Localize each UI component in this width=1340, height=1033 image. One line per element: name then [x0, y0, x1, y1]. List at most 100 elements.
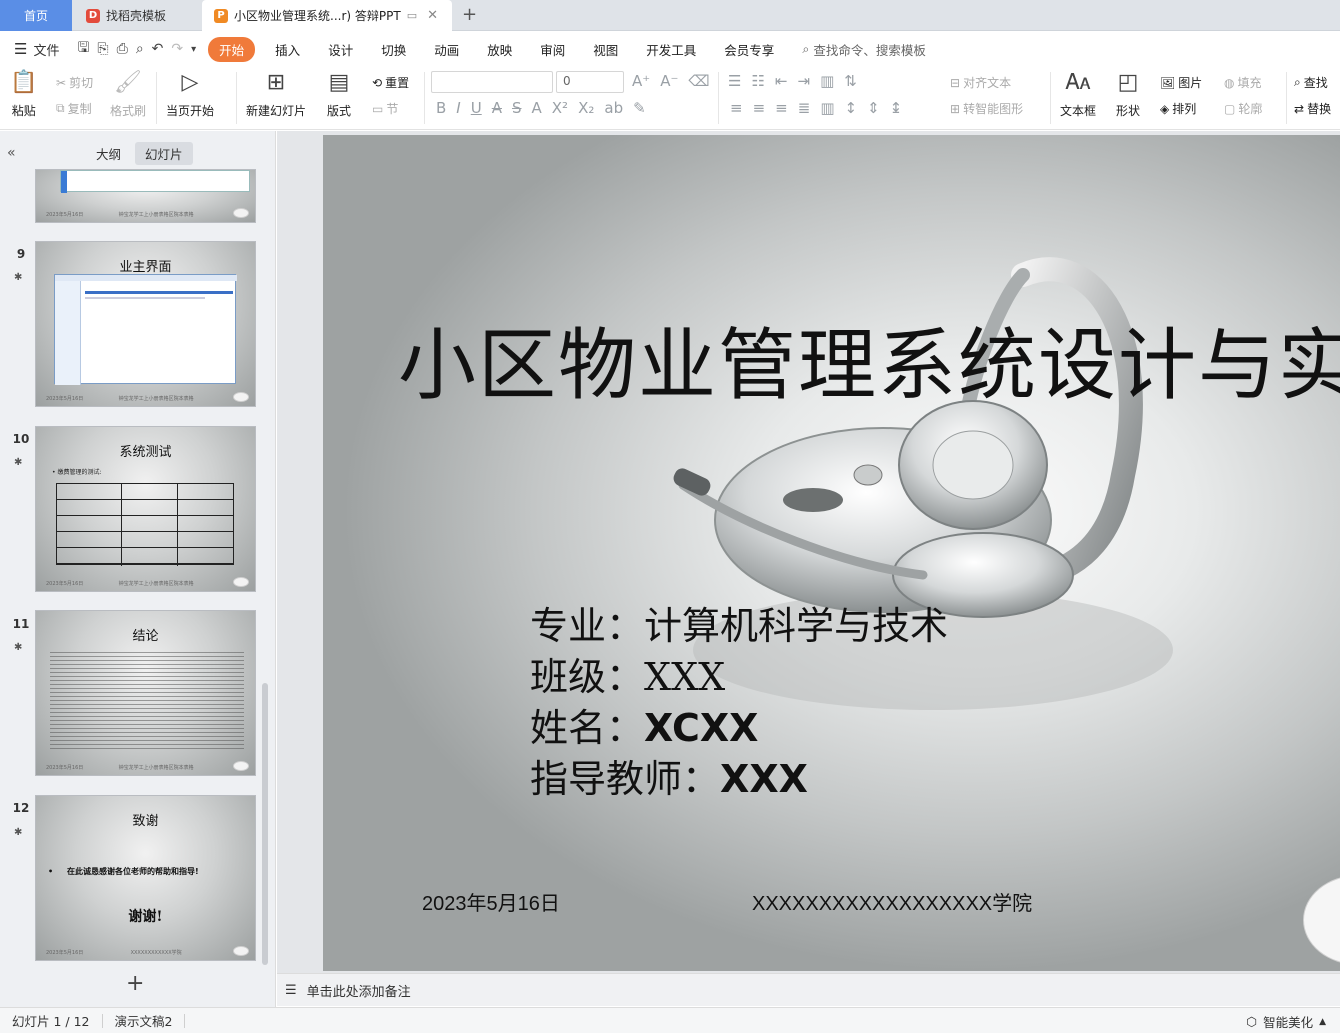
menu-tab-start[interactable]: 开始: [208, 36, 256, 62]
align-left-icon[interactable]: ≡: [730, 99, 743, 117]
textbox-button[interactable]: 🗛 文本框: [1060, 70, 1096, 119]
tab-template[interactable]: D 找稻壳模板: [74, 0, 200, 31]
student-info[interactable]: 专业：计算机科学与技术 班级：XXX 姓名：XCXX 指导教师：XXX: [530, 601, 948, 805]
status-bar: 幻灯片 1 / 12 演示文稿2 ⬡ 智能美化 ▲: [0, 1007, 1340, 1033]
paragraph-spacing-icon[interactable]: ⇕: [867, 99, 880, 117]
copy-button[interactable]: ⧉ 复制: [56, 100, 92, 117]
font-color-icon[interactable]: A: [532, 99, 542, 117]
indent-icon[interactable]: ⇥: [797, 72, 810, 90]
slide-title[interactable]: 小区物业管理系统设计与实: [398, 303, 1340, 415]
cut-button[interactable]: ✂ 剪切: [56, 74, 93, 91]
textbox-label: 文本框: [1060, 104, 1097, 118]
outline-button[interactable]: ▢ 轮廓: [1224, 100, 1262, 117]
slide-thumbnail-11[interactable]: 结论 2023年5月16日 钟宝龙学工上小册表格区院本表格: [35, 610, 256, 776]
smart-art-button[interactable]: ⊞ 转智能图形: [950, 100, 1023, 117]
numbered-list-icon[interactable]: ☷: [751, 72, 764, 90]
export-icon[interactable]: ⎘: [97, 41, 108, 57]
smart-beautify-button[interactable]: ⬡ 智能美化 ▲: [1246, 1012, 1326, 1031]
collapse-panel-icon[interactable]: «: [7, 145, 16, 161]
underline-icon[interactable]: U: [471, 99, 482, 117]
layout-button[interactable]: ▤ 版式: [327, 70, 351, 119]
text-direction-icon[interactable]: ▥: [820, 72, 834, 90]
current-slide[interactable]: 小区物业管理系统设计与实 专业：计算机科学与技术 班级：XXX 姓名：XCXX …: [323, 135, 1340, 971]
slide-thumbnail-10[interactable]: 系统测试 • 缴费管理的测试: 2023年5月16日 钟宝龙学工上小册表格区院本…: [35, 426, 256, 592]
font-size-select[interactable]: 0: [556, 71, 624, 93]
phonetic-icon[interactable]: ab: [604, 99, 623, 117]
highlight-icon[interactable]: ✎: [633, 99, 646, 117]
replace-button[interactable]: ⇄ 替换: [1294, 100, 1331, 117]
tab-outline[interactable]: 大纲: [86, 142, 131, 165]
thumb-footer: 2023年5月16日 钟宝龙学工上小册表格区院本表格: [46, 764, 245, 771]
arrange-button[interactable]: ◈ 排列: [1160, 100, 1196, 117]
menu-tab-review[interactable]: 审阅: [526, 37, 579, 62]
bold-icon[interactable]: B: [436, 99, 446, 117]
menu-tab-insert[interactable]: 插入: [261, 37, 314, 62]
menu-tab-slideshow[interactable]: 放映: [473, 37, 526, 62]
distributed-icon[interactable]: ▥: [820, 99, 834, 117]
print-icon[interactable]: ⎙: [117, 41, 128, 57]
find-button[interactable]: ⌕ 查找: [1294, 74, 1328, 91]
fill-button[interactable]: ◍ 填充: [1224, 74, 1262, 91]
new-slide-button[interactable]: ⊞ 新建幻灯片: [246, 70, 306, 119]
slide-thumbnail-12[interactable]: 致谢 • 在此诚恳感谢各位老师的帮助和指导! 谢谢! 2023年5月16日 XX…: [35, 795, 256, 961]
play-from-current-button[interactable]: ▷ 当页开始: [166, 70, 214, 119]
add-slide-icon[interactable]: +: [126, 971, 144, 996]
line-spacing-icon[interactable]: ↕: [845, 99, 858, 117]
redo-icon[interactable]: ↷: [171, 41, 183, 57]
slide-thumbnail-9[interactable]: 业主界面 2023年5月16日 钟宝龙学工上小册表格区院本表格: [35, 241, 256, 407]
slide-date[interactable]: 2023年5月16日: [422, 887, 560, 916]
menu-tab-member[interactable]: 会员专享: [710, 37, 788, 62]
superscript-icon[interactable]: X²: [552, 99, 568, 117]
close-tab-icon[interactable]: ✕: [427, 8, 438, 23]
column-spacing-icon[interactable]: ↨: [890, 99, 903, 117]
bullet-list-icon[interactable]: ☰: [728, 72, 741, 90]
strikethrough-icon[interactable]: A: [492, 99, 502, 117]
notes-pane[interactable]: ☰ 单击此处添加备注: [277, 973, 1340, 1006]
clear-format-icon[interactable]: ⌫: [688, 72, 709, 90]
grow-font-icon[interactable]: A⁺: [632, 72, 650, 90]
menu-tab-design[interactable]: 设计: [314, 37, 367, 62]
menu-tab-developer[interactable]: 开发工具: [632, 37, 710, 62]
theme-name[interactable]: 演示文稿2: [103, 1011, 185, 1030]
picture-button[interactable]: 🖼 图片: [1160, 74, 1202, 91]
subscript-icon[interactable]: X₂: [578, 99, 594, 117]
justify-icon[interactable]: ≣: [798, 99, 811, 117]
thumb-footer: 2023年5月16日 钟宝龙学工上小册表格区院本表格: [46, 395, 245, 402]
tab-slides[interactable]: 幻灯片: [135, 142, 193, 165]
paste-button[interactable]: 📋 粘贴: [10, 70, 37, 119]
monitor-icon[interactable]: ▭: [407, 9, 417, 22]
align-right-icon[interactable]: ≡: [775, 99, 788, 117]
sort-icon[interactable]: ⇅: [844, 72, 857, 90]
format-painter-button[interactable]: 🖌 格式刷: [110, 70, 146, 119]
shrink-font-icon[interactable]: A⁻: [660, 72, 678, 90]
save-icon[interactable]: 🖫: [77, 37, 89, 61]
file-menu[interactable]: ☰ 文件: [0, 40, 69, 59]
command-search[interactable]: ⌕ 查找命令、搜索模板: [802, 40, 926, 59]
menu-tab-transition[interactable]: 切换: [367, 37, 420, 62]
align-center-icon[interactable]: ≡: [753, 99, 766, 117]
menu-tab-view[interactable]: 视图: [579, 37, 632, 62]
italic-icon[interactable]: I: [456, 99, 460, 117]
shadow-icon[interactable]: S: [512, 99, 522, 117]
new-tab-button[interactable]: +: [462, 4, 477, 25]
slide-thumbnail-8[interactable]: 2023年5月16日 钟宝龙学工上小册表格区院本表格: [35, 169, 256, 223]
reset-button[interactable]: ⟲ 重置: [372, 74, 409, 91]
undo-icon[interactable]: ↶: [152, 41, 164, 57]
section-button[interactable]: ▭ 节: [372, 100, 398, 117]
align-text-button[interactable]: ⊟ 对齐文本: [950, 74, 1011, 91]
tab-document[interactable]: P 小区物业管理系统...r) 答辩PPT ▭ ✕: [202, 0, 452, 31]
slide-college[interactable]: XXXXXXXXXXXXXXXXXX学院: [752, 887, 1032, 916]
customize-icon[interactable]: ▾: [191, 44, 196, 55]
outdent-icon[interactable]: ⇤: [775, 72, 788, 90]
command-search-placeholder: 查找命令、搜索模板: [813, 42, 926, 58]
class-line: 班级：XXX: [530, 652, 948, 703]
ribbon-divider: [236, 72, 237, 124]
shape-button[interactable]: ◰ 形状: [1116, 70, 1140, 119]
preview-icon[interactable]: ⌕: [136, 41, 144, 57]
tab-home[interactable]: 首页: [0, 0, 72, 31]
major-value: 计算机科学与技术: [644, 604, 949, 648]
thumbnail-scrollbar[interactable]: [262, 683, 268, 965]
menu-tab-animation[interactable]: 动画: [420, 37, 473, 62]
font-family-select[interactable]: [431, 71, 553, 93]
thumb-thanks-text: 谢谢!: [128, 909, 163, 925]
